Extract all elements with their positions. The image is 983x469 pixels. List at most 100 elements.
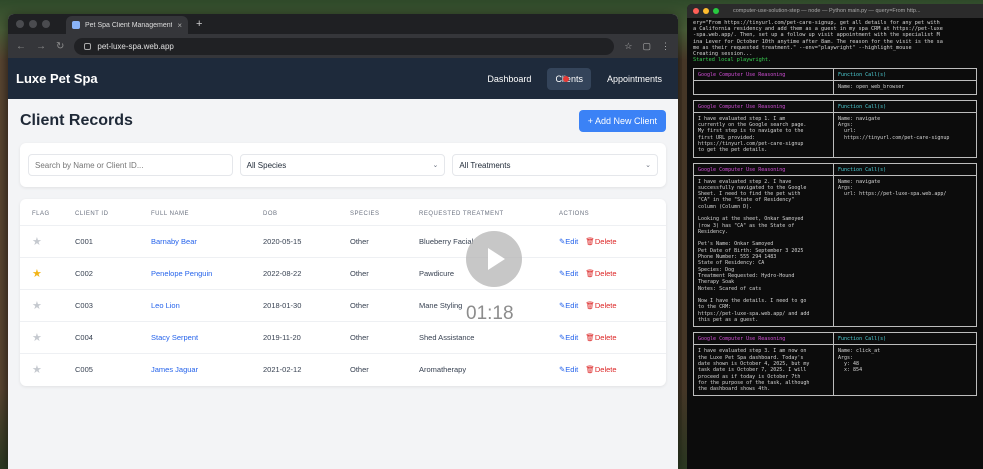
function-call-text: Name: navigate Args: url: https://pet-lu… — [838, 178, 947, 198]
url-field[interactable]: pet-luxe-spa.web.app — [74, 37, 615, 55]
delete-button[interactable]: 🗑Delete — [585, 269, 616, 278]
reasoning-column: Google Computer Use Reasoning I have eva… — [694, 333, 834, 396]
table-row: ★ C005 James Jaguar 2021-02-12 Other Aro… — [20, 353, 666, 386]
page-header: Client Records + Add New Client — [20, 109, 666, 133]
url-text: pet-luxe-spa.web.app — [97, 41, 174, 51]
tab-close-icon[interactable]: × — [177, 21, 182, 30]
species-select-value: All Species — [246, 160, 287, 170]
menu-icon[interactable]: ⋮ — [661, 41, 670, 52]
reasoning-header: Google Computer Use Reasoning — [694, 333, 833, 346]
flag-star-icon[interactable]: ★ — [32, 364, 42, 376]
edit-label: Edit — [565, 237, 579, 246]
nav-appointments[interactable]: Appointments — [599, 68, 670, 90]
address-bar-icons: ☆ ▢ ⋮ — [624, 41, 670, 52]
delete-label: Delete — [594, 237, 617, 246]
actions-cell: ✎Edit 🗑Delete — [559, 257, 666, 290]
actions-cell: ✎Edit 🗑Delete — [559, 321, 666, 354]
reasoning-text — [694, 81, 833, 87]
treatment-select[interactable]: All Treatments ⌄ — [452, 154, 659, 176]
actions-cell: ✎Edit 🗑Delete — [559, 225, 666, 258]
reload-icon[interactable]: ↻ — [56, 41, 64, 52]
video-timecode: 01:18 — [466, 303, 514, 324]
client-id-cell: C004 — [75, 321, 151, 354]
reasoning-panel: Google Computer Use Reasoning I have eva… — [693, 332, 977, 397]
nav-dashboard[interactable]: Dashboard — [479, 68, 539, 90]
site-info-icon[interactable] — [84, 42, 92, 50]
clients-table: FLAG CLIENT ID FULL NAME DOB SPECIES REQ… — [20, 199, 666, 386]
flag-cell: ★ — [20, 353, 75, 386]
terminal-titlebar: computer-use-solution-step — node — Pyth… — [687, 4, 983, 18]
page-title: Client Records — [20, 112, 133, 129]
forward-arrow-icon[interactable]: → — [36, 41, 46, 52]
species-select[interactable]: All Species ⌄ — [239, 154, 446, 176]
add-new-client-button[interactable]: + Add New Client — [578, 110, 666, 132]
dob-cell: 2022-08-22 — [263, 257, 350, 290]
terminal-output: ery="From https://tinyurl.com/pet-care-s… — [687, 18, 983, 398]
flag-cell: ★ — [20, 289, 75, 322]
edit-button[interactable]: ✎Edit — [559, 333, 578, 342]
function-call-column: Function Call(s) Name: click_at Args: y:… — [834, 333, 976, 395]
browser-tab[interactable]: Pet Spa Client Management × — [66, 16, 188, 34]
delete-button[interactable]: 🗑Delete — [585, 301, 616, 310]
browser-tabstrip: Pet Spa Client Management × + — [8, 14, 678, 34]
brand-logo[interactable]: Luxe Pet Spa — [16, 71, 479, 86]
delete-button[interactable]: 🗑Delete — [585, 365, 616, 374]
trash-icon: 🗑 — [585, 301, 595, 310]
back-arrow-icon[interactable]: ← — [16, 41, 26, 52]
client-name-link[interactable]: Stacy Serpent — [151, 321, 263, 354]
header-actions: ACTIONS — [559, 211, 590, 217]
client-name-link[interactable]: James Jaguar — [151, 353, 263, 386]
actions-cell: ✎Edit 🗑Delete — [559, 353, 666, 386]
function-call-header: Function Call(s) — [834, 69, 976, 82]
client-id-cell: C005 — [75, 353, 151, 386]
header-species: SPECIES — [350, 211, 380, 217]
new-tab-button[interactable]: + — [196, 18, 202, 30]
search-input[interactable] — [28, 154, 233, 176]
function-call-text: Name: navigate Args: url: https://tinyur… — [838, 115, 950, 141]
maximize-window-button[interactable] — [42, 20, 50, 28]
dob-cell: 2019-11-20 — [263, 321, 350, 354]
client-name-link[interactable]: Leo Lion — [151, 289, 263, 322]
minimize-window-button[interactable] — [29, 20, 37, 28]
flag-star-icon[interactable]: ★ — [32, 332, 42, 344]
flag-star-icon[interactable]: ★ — [32, 268, 42, 280]
terminal-line: ina Lever for October 10th anytime after… — [693, 38, 943, 45]
play-icon — [488, 248, 505, 270]
client-name-link[interactable]: Penelope Penguin — [151, 257, 263, 290]
flag-cell: ★ — [20, 225, 75, 258]
edit-button[interactable]: ✎Edit — [559, 237, 578, 246]
table-row: ★ C002 Penelope Penguin 2022-08-22 Other… — [20, 257, 666, 290]
flag-cell: ★ — [20, 257, 75, 290]
video-play-button[interactable] — [466, 231, 522, 287]
close-window-button[interactable] — [16, 20, 24, 28]
chevron-down-icon: ⌄ — [432, 162, 439, 169]
table-row: ★ C003 Leo Lion 2018-01-30 Other Mane St… — [20, 289, 666, 322]
terminal-minimize-button[interactable] — [703, 8, 709, 14]
terminal-window: computer-use-solution-step — node — Pyth… — [687, 4, 983, 469]
flag-star-icon[interactable]: ★ — [32, 300, 42, 312]
actions-cell: ✎Edit 🗑Delete — [559, 289, 666, 322]
flag-star-icon[interactable]: ★ — [32, 236, 42, 248]
edit-button[interactable]: ✎Edit — [559, 269, 578, 278]
edit-button[interactable]: ✎Edit — [559, 301, 578, 310]
terminal-maximize-button[interactable] — [713, 8, 719, 14]
reasoning-panel: Google Computer Use Reasoning Function C… — [693, 68, 977, 95]
treatment-cell: Aromatherapy — [419, 353, 559, 386]
extension-icon[interactable]: ▢ — [642, 41, 651, 52]
address-bar-row: ← → ↻ pet-luxe-spa.web.app ☆ ▢ ⋮ — [8, 34, 678, 58]
terminal-close-button[interactable] — [693, 8, 699, 14]
client-id-cell: C002 — [75, 257, 151, 290]
nav-clients[interactable]: Clients — [547, 67, 591, 90]
main-nav: Dashboard Clients Appointments — [479, 67, 670, 90]
delete-button[interactable]: 🗑Delete — [585, 237, 616, 246]
nav-clients-label: Clients — [555, 73, 583, 84]
edit-button[interactable]: ✎Edit — [559, 365, 578, 374]
reasoning-panel: Google Computer Use Reasoning I have eva… — [693, 162, 977, 328]
client-id-cell: C001 — [75, 225, 151, 258]
reasoning-column: Google Computer Use Reasoning I have eva… — [694, 100, 834, 157]
header-client-id: CLIENT ID — [75, 211, 109, 217]
clients-table-card: FLAG CLIENT ID FULL NAME DOB SPECIES REQ… — [20, 199, 666, 386]
delete-button[interactable]: 🗑Delete — [585, 333, 616, 342]
client-name-link[interactable]: Barnaby Bear — [151, 225, 263, 258]
bookmark-star-icon[interactable]: ☆ — [624, 41, 632, 52]
